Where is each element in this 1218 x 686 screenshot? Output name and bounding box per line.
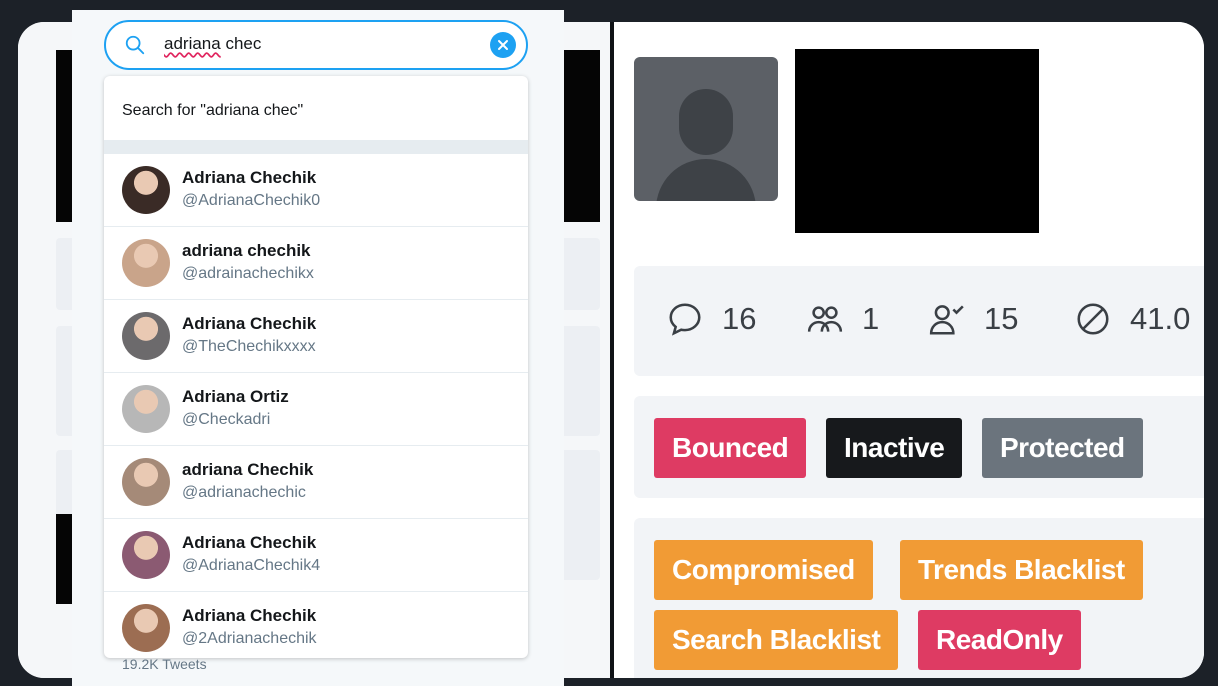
following-count: 15 (984, 301, 1019, 336)
result-name: Adriana Chechik (182, 168, 317, 187)
result-handle: @AdrianaChechik0 (182, 192, 321, 209)
result-name: adriana chechik (182, 241, 311, 260)
user-check-icon (929, 305, 964, 335)
search-result-item[interactable]: Adriana Ortiz @Checkadri (104, 373, 528, 446)
replies-count: 16 (722, 301, 757, 336)
avatar (122, 531, 170, 579)
speech-bubble-icon (669, 303, 701, 336)
result-name: adriana Chechik (182, 460, 314, 479)
avatar (122, 385, 170, 433)
redacted-block (564, 50, 600, 222)
result-handle: @2Adrianachechik (182, 630, 317, 647)
search-for-option[interactable]: Search for "adriana chec" (104, 76, 528, 140)
search-result-item[interactable]: Adriana Chechik @AdrianaChechik4 (104, 519, 528, 592)
stats-bar: 16 1 15 41.0 (634, 266, 1204, 376)
users-icon (807, 306, 843, 332)
result-handle: @AdrianaChechik4 (182, 557, 321, 574)
badge-readonly: ReadOnly (918, 610, 1081, 670)
badge-trends-blacklist: Trends Blacklist (900, 540, 1143, 600)
search-overlay: adriana chec Search for "adriana chec" A… (72, 10, 564, 686)
search-icon (125, 35, 145, 55)
result-handle: @adrainachechikx (182, 265, 314, 282)
badge-inactive: Inactive (826, 418, 963, 478)
clear-search-button[interactable] (490, 32, 516, 58)
flag-badges: Compromised Trends Blacklist Search Blac… (634, 518, 1204, 678)
search-result-item[interactable]: Adriana Chechik @AdrianaChechik0 (104, 154, 528, 227)
redacted-banner (795, 49, 1039, 233)
avatar (122, 458, 170, 506)
blocked-count: 41.0 (1130, 301, 1191, 336)
result-name: Adriana Chechik (182, 606, 317, 625)
close-icon (498, 40, 508, 50)
search-dropdown: Search for "adriana chec" Adriana Chechi… (104, 76, 528, 658)
search-query-misspelled: adriana (164, 34, 221, 53)
badge-bounced: Bounced (654, 418, 807, 478)
default-avatar (634, 57, 778, 201)
avatar (122, 312, 170, 360)
block-icon (1077, 303, 1109, 335)
groups-count: 1 (862, 301, 880, 336)
search-result-item[interactable]: Adriana Chechik @2Adrianachechik (104, 592, 528, 658)
result-handle: @TheChechikxxxx (182, 338, 316, 355)
blocked-stat: 41.0 (1074, 300, 1190, 338)
dropdown-separator (104, 140, 528, 154)
result-name: Adriana Ortiz (182, 387, 289, 406)
search-query-rest: chec (220, 34, 262, 53)
search-result-item[interactable]: Adriana Chechik @TheChechikxxxx (104, 300, 528, 373)
groups-stat: 1 (806, 300, 879, 338)
search-result-item[interactable]: adriana chechik @adrainachechikx (104, 227, 528, 300)
avatar (122, 239, 170, 287)
badge-search-blacklist: Search Blacklist (654, 610, 899, 670)
status-badges: Bounced Inactive Protected (634, 396, 1204, 498)
avatar (122, 604, 170, 652)
search-result-item[interactable]: adriana Chechik @adrianachechic (104, 446, 528, 519)
badge-compromised: Compromised (654, 540, 873, 600)
avatar (122, 166, 170, 214)
result-name: Adriana Chechik (182, 533, 317, 552)
badge-protected: Protected (982, 418, 1143, 478)
result-handle: @Checkadri (182, 411, 271, 428)
search-input[interactable]: adriana chec (104, 20, 528, 70)
replies-stat: 16 (666, 300, 756, 338)
results-list: Adriana Chechik @AdrianaChechik0 adriana c… (104, 154, 528, 658)
result-handle: @adrianachechic (182, 484, 306, 501)
result-name: Adriana Chechik (182, 314, 317, 333)
tweets-count: 19.2K Tweets (122, 656, 207, 672)
following-stat: 15 (928, 300, 1018, 338)
right-column: 16 1 15 41.0 Bounced Inactive Protected … (614, 22, 1204, 678)
search-query[interactable]: adriana chec (164, 34, 261, 54)
